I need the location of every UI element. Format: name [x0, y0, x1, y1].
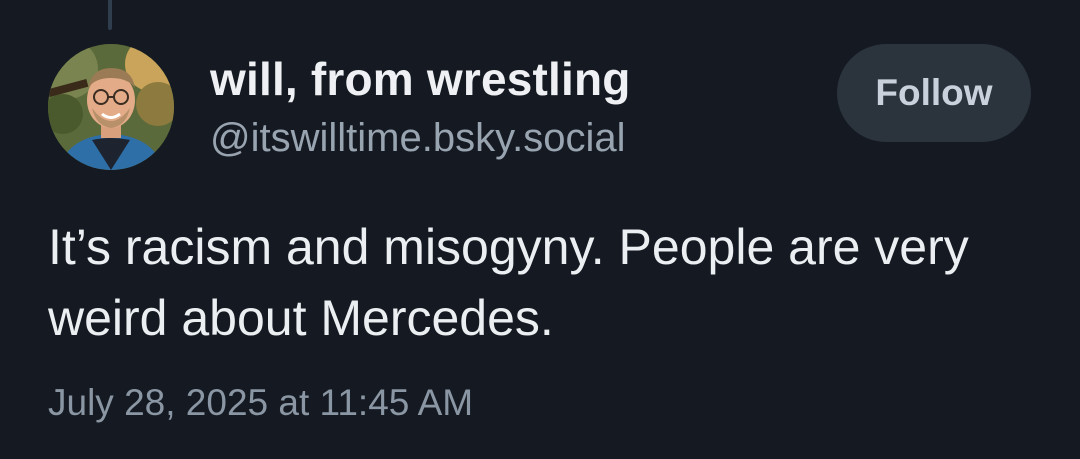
post-card: will, from wrestling @itswilltime.bsky.s…	[0, 0, 1080, 459]
post-timestamp[interactable]: July 28, 2025 at 11:45 AM	[48, 382, 473, 424]
avatar[interactable]	[48, 44, 174, 170]
author-display-name[interactable]: will, from wrestling	[210, 52, 631, 106]
follow-button[interactable]: Follow	[837, 44, 1031, 142]
author-handle[interactable]: @itswilltime.bsky.social	[210, 116, 626, 161]
avatar-image	[48, 44, 174, 170]
thread-connector-line	[108, 0, 112, 30]
post-text: It’s racism and misogyny. People are ver…	[48, 219, 969, 346]
